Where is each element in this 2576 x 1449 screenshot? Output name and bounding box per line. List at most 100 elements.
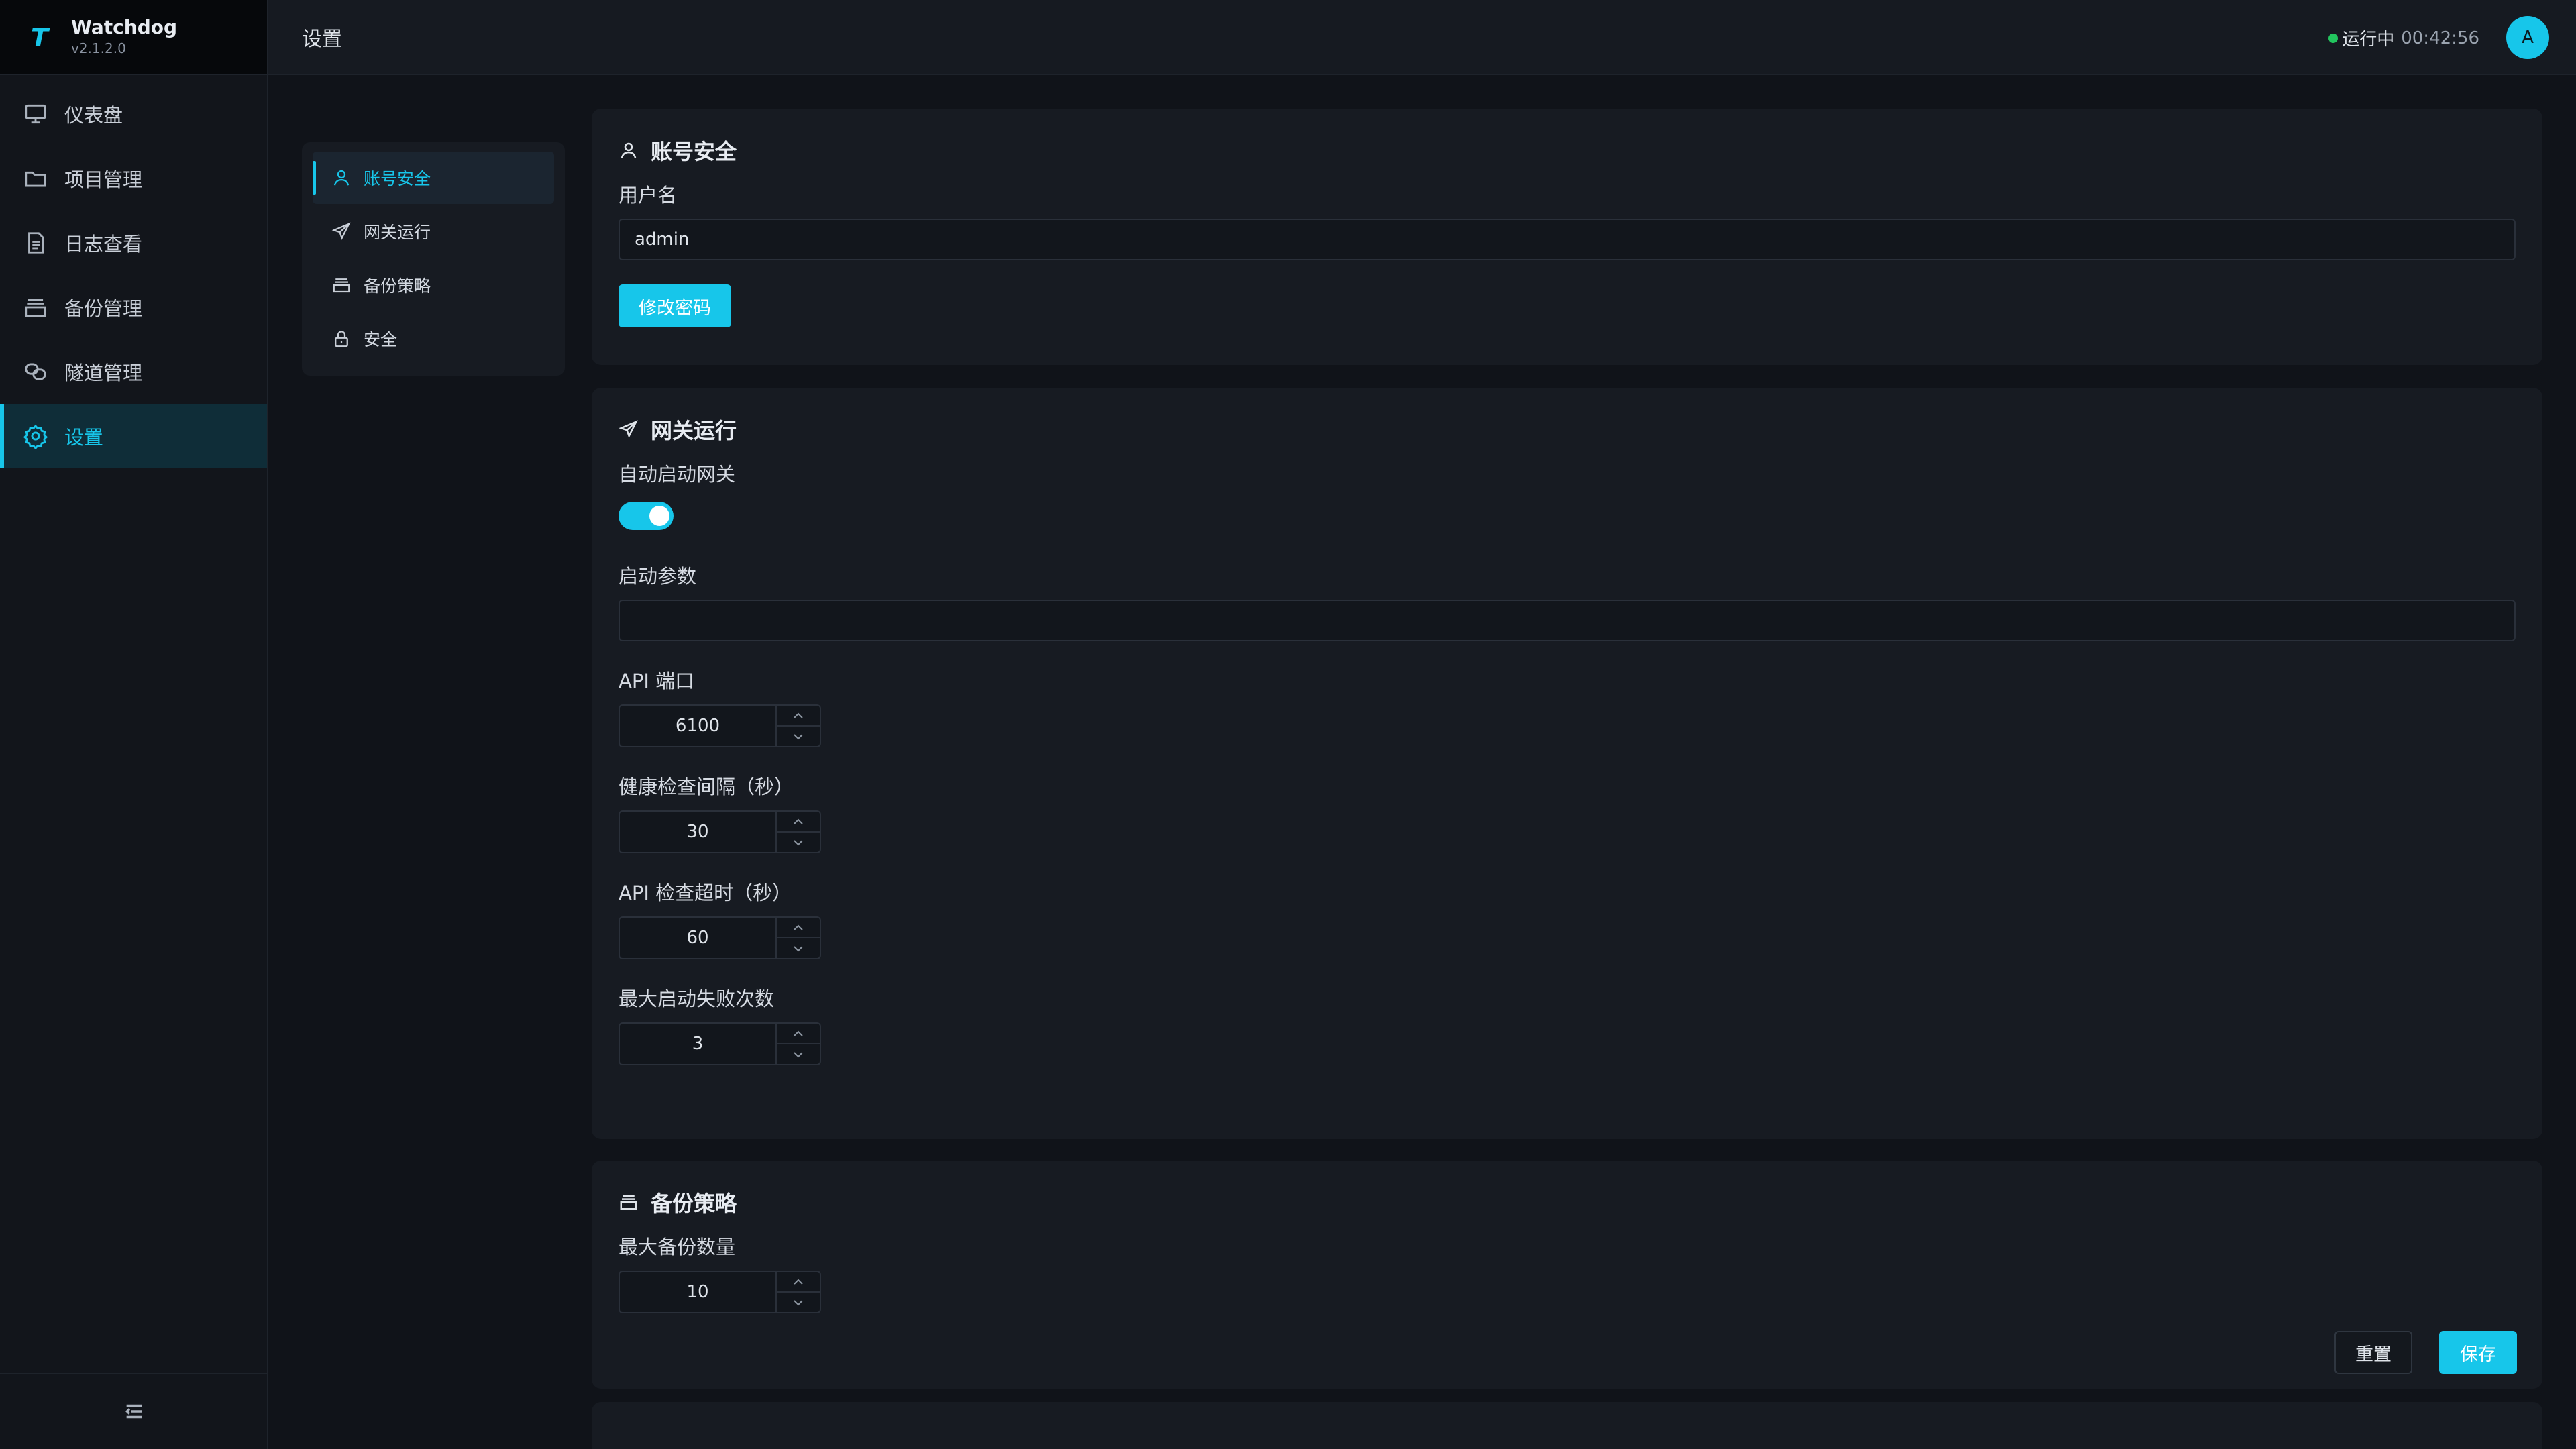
settings-subnav: 账号安全 网关运行 备份策略 安全 [302,142,565,376]
user-icon [333,170,350,186]
subnav-item-security[interactable]: 安全 [313,313,554,365]
sidebar-item-backups[interactable]: 备份管理 [0,275,267,339]
username-label: 用户名 [619,184,678,207]
decrement-button[interactable] [777,938,820,958]
subnav-item-label: 账号安全 [364,169,431,189]
backup-policy-card: 备份策略 最大备份数量 10 [592,1161,2542,1389]
chevron-up-icon [794,818,803,824]
card-title: 备份策略 [619,1189,2516,1216]
send-icon [331,222,351,240]
max-backup-stepper[interactable]: 10 [619,1271,821,1313]
stepper-value: 6100 [675,716,720,736]
decrement-button[interactable] [777,1293,820,1312]
folder-icon [25,171,46,187]
decrement-button[interactable] [777,1044,820,1064]
logo-icon: T [31,23,50,52]
chevron-up-icon [794,712,803,718]
api-timeout-label: API 检查超时（秒） [619,881,792,904]
chevron-down-icon [794,1051,803,1057]
page-title: 设置 [302,28,342,51]
subnav-item-account[interactable]: 账号安全 [313,152,554,204]
subnav-item-label: 安全 [364,330,398,350]
autostart-label: 自动启动网关 [619,463,736,486]
subnav-item-backup[interactable]: 备份策略 [313,259,554,311]
link-icon [25,363,46,380]
chevron-down-icon [794,839,803,845]
uptime: 00:42:56 [2401,28,2479,48]
gateway-runtime-card: 网关运行 自动启动网关 启动参数 API 端口 6100 健康检查间隔（秒） 3… [592,388,2542,1139]
health-interval-label: 健康检查间隔（秒） [619,775,794,798]
chevron-up-icon [794,1279,803,1285]
sidebar-item-label: 设置 [64,426,104,449]
svg-text:T: T [31,23,50,52]
account-security-card: 账号安全 用户名 admin 修改密码 [592,109,2542,365]
health-interval-stepper[interactable]: 30 [619,810,821,853]
sidebar-item-dashboard[interactable]: 仪表盘 [0,82,267,146]
card-title: 网关运行 [619,416,2516,443]
decrement-button[interactable] [777,727,820,746]
increment-button[interactable] [777,706,820,727]
sidebar: T Watchdog v2.1.2.0 仪表盘 项目管理 日志查看 备份管理 隧… [0,0,268,1449]
chevron-down-icon [794,733,803,739]
change-password-button[interactable]: 修改密码 [619,284,731,327]
card-title-text: 备份策略 [651,1191,737,1216]
file-text-icon [28,232,44,254]
card-title: 账号安全 [619,137,2516,164]
api-port-stepper[interactable]: 6100 [619,704,821,747]
avatar[interactable]: A [2506,16,2549,59]
api-timeout-stepper[interactable]: 60 [619,916,821,959]
sidebar-item-settings[interactable]: 设置 [0,404,267,468]
max-fail-stepper[interactable]: 3 [619,1022,821,1065]
sidebar-item-label: 备份管理 [64,297,143,320]
api-port-label: API 端口 [619,669,695,692]
username-input[interactable]: admin [619,219,2516,260]
sidebar-item-tunnels[interactable]: 隧道管理 [0,339,267,404]
sidebar-item-label: 日志查看 [64,233,143,256]
sidebar-item-label: 隧道管理 [64,362,143,384]
collapse-sidebar-button[interactable] [0,1373,268,1449]
sidebar-item-projects[interactable]: 项目管理 [0,146,267,211]
stepper-value: 60 [686,928,709,948]
main-nav: 仪表盘 项目管理 日志查看 备份管理 隧道管理 设置 [0,82,267,468]
autostart-toggle[interactable] [619,502,674,530]
increment-button[interactable] [777,1024,820,1044]
stepper-value: 3 [692,1034,704,1054]
max-backup-label: 最大备份数量 [619,1236,736,1258]
status-badge: 运行中 00:42:56 [2328,25,2479,50]
increment-button[interactable] [777,812,820,833]
user-icon [621,142,637,158]
increment-button[interactable] [777,1272,820,1293]
chevron-down-icon [794,945,803,951]
chevron-up-icon [794,924,803,930]
archive-icon [620,1195,637,1210]
send-icon [619,420,638,439]
chevron-up-icon [794,1030,803,1036]
subnav-item-label: 网关运行 [364,223,431,242]
collapse-menu-icon [125,1404,142,1419]
sidebar-item-label: 仪表盘 [64,104,123,127]
card-title-text: 网关运行 [651,418,737,443]
chevron-down-icon [794,1299,803,1305]
save-button[interactable]: 保存 [2439,1331,2517,1374]
status-dot [2328,33,2339,43]
subnav-item-gateway[interactable]: 网关运行 [313,205,554,258]
app-name: Watchdog [71,16,178,38]
stepper-value: 30 [686,822,709,842]
sidebar-item-logs[interactable]: 日志查看 [0,211,267,275]
status-label: 运行中 [2342,30,2395,50]
top-header: 设置 运行中 00:42:56 A [268,0,2576,75]
monitor-icon [25,104,46,124]
args-label: 启动参数 [619,565,697,588]
args-input[interactable] [619,600,2516,641]
archive-icon [333,278,350,293]
gear-icon [23,424,48,449]
card-title-text: 账号安全 [651,139,737,164]
reset-button[interactable]: 重置 [2334,1331,2412,1374]
increment-button[interactable] [777,918,820,938]
toggle-knob [649,506,669,526]
decrement-button[interactable] [777,833,820,852]
archive-icon [25,299,46,317]
max-fail-label: 最大启动失败次数 [619,987,775,1010]
brand: T Watchdog v2.1.2.0 [0,0,267,75]
app-version: v2.1.2.0 [71,40,126,56]
